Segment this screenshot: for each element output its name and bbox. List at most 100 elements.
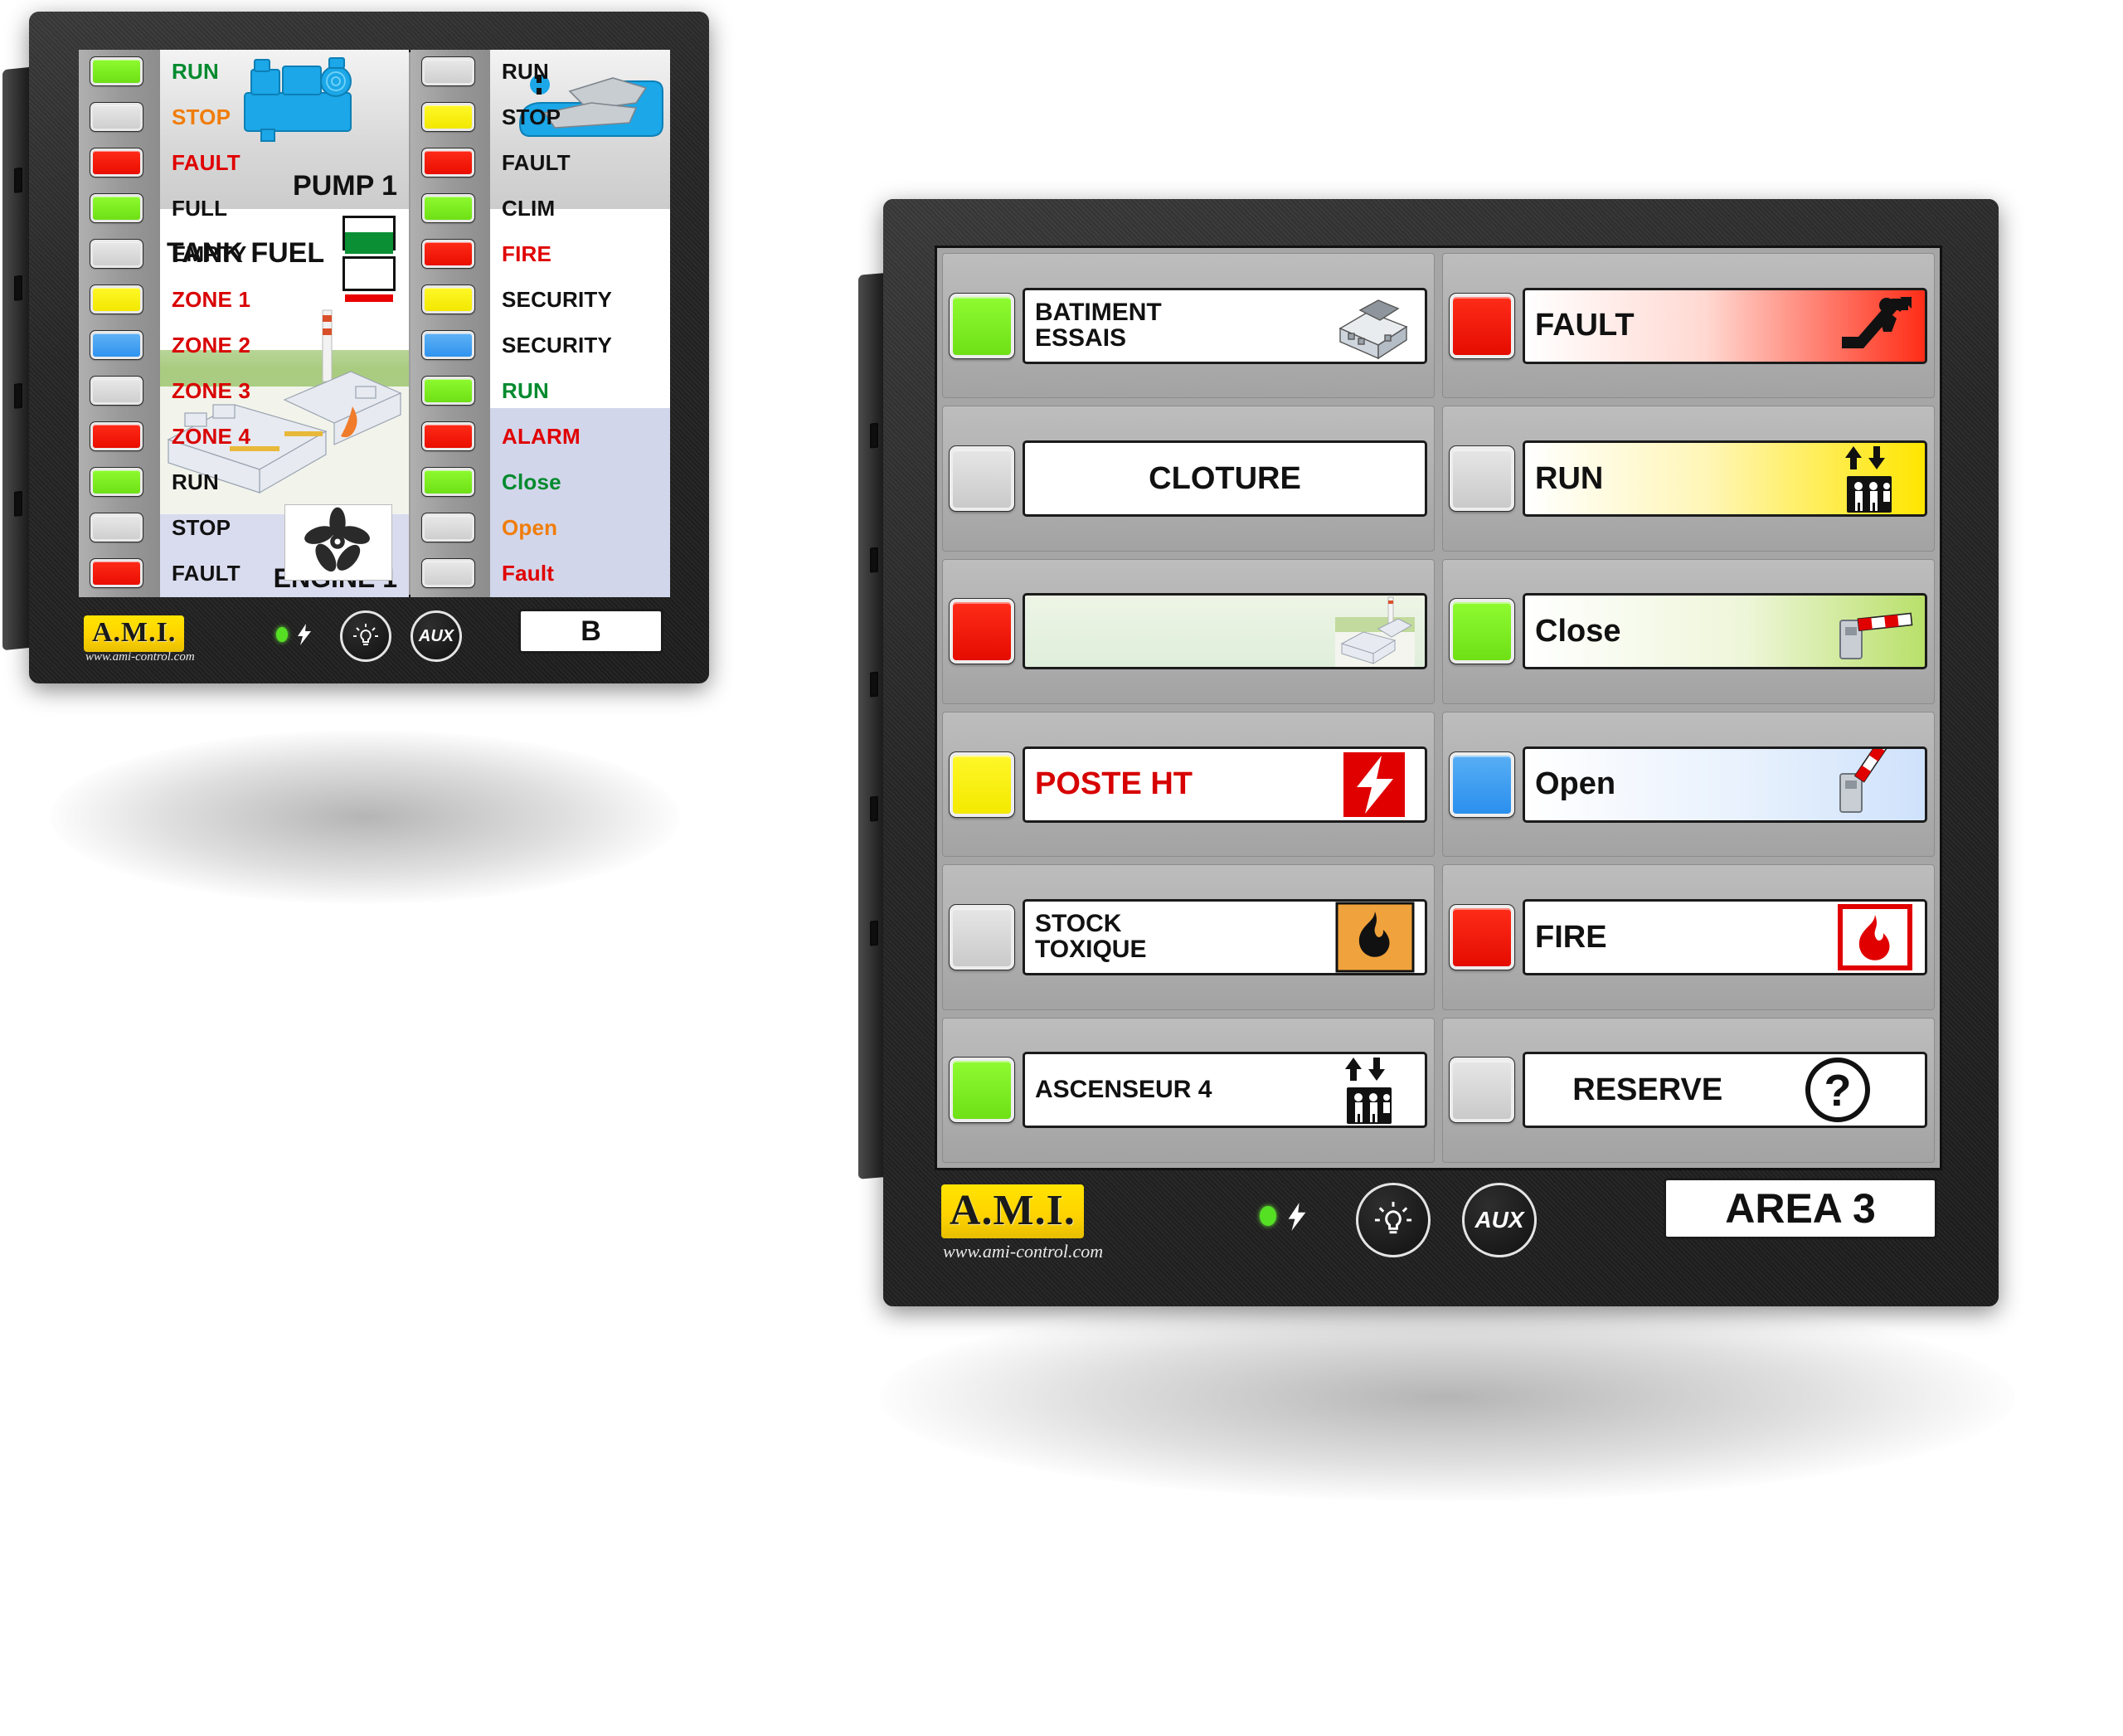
right-control-strip: A.M.I. www.ami-control.com AUX AREA 3 (935, 1174, 1942, 1274)
right-cell-7[interactable]: Open (1442, 711, 1935, 858)
right-cell-5-legend: Close (1523, 593, 1927, 670)
left-col2-label-7: RUN (502, 377, 549, 403)
right-cell-6-led[interactable] (949, 751, 1015, 818)
right-cell-6[interactable]: POSTE HT (942, 711, 1435, 858)
right-cell-7-legend: Open (1523, 746, 1927, 823)
left-col2-label-5: SECURITY (502, 286, 613, 312)
power-bolt-icon (298, 624, 311, 645)
right-cell-10[interactable]: ASCENSEUR 4 (942, 1017, 1435, 1163)
left-col2-led-9[interactable] (421, 466, 475, 497)
fire-icon (1838, 903, 1912, 970)
left-col1-label-6: ZONE 2 (172, 332, 251, 357)
right-cell-0-led[interactable] (949, 292, 1015, 359)
ami-url-right: www.ami-control.com (943, 1241, 1104, 1262)
lamp-test-button-right[interactable] (1356, 1183, 1431, 1257)
right-cell-11-led[interactable] (1449, 1057, 1515, 1124)
right-cell-8-label: STOCK TOXIQUE (1035, 910, 1147, 963)
right-cell-10-led[interactable] (949, 1057, 1015, 1124)
scene: PUMP 1 TANK FUEL RUN STOP FAULT FULL EMP… (0, 0, 2123, 1736)
left-col2-label-6: SECURITY (502, 332, 613, 357)
right-cell-3[interactable]: RUN (1442, 406, 1935, 552)
left-col2-led-7[interactable] (421, 375, 475, 406)
right-cell-4[interactable] (942, 558, 1435, 704)
left-col2-led-10[interactable] (421, 512, 475, 542)
left-col2-led-0[interactable] (421, 56, 475, 86)
aux-button-left[interactable]: AUX (411, 610, 462, 662)
left-col1-label-3: FULL (172, 195, 228, 221)
left-col1-label-7: ZONE 3 (172, 377, 251, 403)
right-cell-1-legend: FAULT (1523, 287, 1927, 364)
ami-logo-right: A.M.I. (941, 1184, 1084, 1238)
high-voltage-icon (1340, 748, 1408, 820)
left-col1-led-1[interactable] (90, 101, 143, 132)
left-col1-led-6[interactable] (90, 329, 143, 360)
right-cell-1[interactable]: FAULT (1442, 253, 1935, 399)
right-cell-2-led[interactable] (949, 445, 1015, 512)
lamp-test-icon (1374, 1201, 1412, 1234)
left-col2-label-4: FIRE (502, 241, 552, 266)
right-cell-10-legend: ASCENSEUR 4 (1023, 1052, 1427, 1129)
right-cell-5-led[interactable] (1449, 598, 1515, 665)
lamp-test-icon (353, 624, 378, 645)
right-cell-9-label: FIRE (1535, 919, 1607, 955)
left-col2-label-8: ALARM (502, 423, 581, 449)
left-col1-label-9: RUN (172, 469, 219, 494)
left-col2-led-6[interactable] (421, 329, 475, 360)
left-col1-led-2[interactable] (90, 147, 143, 177)
right-cell-11[interactable]: RESERVE ? (1442, 1017, 1935, 1163)
right-cell-3-label: RUN (1535, 460, 1604, 496)
left-col2-led-4[interactable] (421, 238, 475, 269)
left-col2-led-11[interactable] (421, 557, 475, 588)
right-cell-2-label: CLOTURE (1149, 460, 1301, 496)
left-col1-led-4[interactable] (90, 238, 143, 269)
barrier-open-icon (1839, 748, 1894, 813)
right-cell-3-legend: RUN (1523, 440, 1927, 517)
elevator-icon (1345, 1058, 1392, 1125)
left-col1-label-4: EMPTY (172, 241, 247, 266)
left-col1-led-5[interactable] (90, 284, 143, 314)
right-cell-2[interactable]: CLOTURE (942, 406, 1435, 552)
shadow-left (50, 730, 680, 904)
ami-url-left: www.ami-control.com (85, 650, 195, 664)
right-cell-8-legend: STOCK TOXIQUE (1023, 898, 1427, 975)
annunciator-panel-right[interactable]: BATIMENT ESSAIS FAULT CLOTURE RUN Close … (858, 199, 1999, 1306)
right-cell-4-led[interactable] (949, 598, 1015, 665)
right-cell-6-label: POSTE HT (1035, 766, 1193, 802)
right-cell-0[interactable]: BATIMENT ESSAIS (942, 253, 1435, 399)
barrier-closed-icon (1839, 612, 1913, 660)
right-cell-5[interactable]: Close (1442, 558, 1935, 704)
left-col2-led-2[interactable] (421, 147, 475, 177)
left-col1-label-1: STOP (172, 104, 231, 129)
left-col1-led-0[interactable] (90, 56, 143, 86)
right-cell-9-led[interactable] (1449, 903, 1515, 970)
left-col1-led-9[interactable] (90, 466, 143, 497)
left-col1-led-7[interactable] (90, 375, 143, 406)
left-col1-label-10: STOP (172, 514, 231, 540)
ami-logo-left: A.M.I. (84, 615, 185, 652)
left-col2-led-1[interactable] (421, 101, 475, 132)
aux-button-right[interactable]: AUX (1462, 1183, 1537, 1257)
left-col1-led-10[interactable] (90, 512, 143, 542)
right-cell-10-label: ASCENSEUR 4 (1035, 1076, 1212, 1104)
right-cell-8[interactable]: STOCK TOXIQUE (942, 864, 1435, 1010)
right-cell-8-led[interactable] (949, 903, 1015, 970)
left-screen: PUMP 1 TANK FUEL RUN STOP FAULT FULL EMP… (79, 50, 670, 597)
left-col1-led-11[interactable] (90, 557, 143, 588)
left-col2-led-3[interactable] (421, 192, 475, 223)
right-cell-1-led[interactable] (1449, 292, 1515, 359)
left-col1-led-3[interactable] (90, 192, 143, 223)
question-icon: ? (1805, 1058, 1870, 1123)
flammable-orange-icon (1335, 902, 1415, 973)
left-col1-label-5: ZONE 1 (172, 286, 251, 312)
left-col2-led-5[interactable] (421, 284, 475, 314)
left-col1-led-8[interactable] (90, 421, 143, 451)
left-col2-label-10: Open (502, 514, 558, 540)
left-col2-led-8[interactable] (421, 421, 475, 451)
annunciator-panel-left[interactable]: PUMP 1 TANK FUEL RUN STOP FAULT FULL EMP… (2, 12, 709, 683)
left-col2-label-1: STOP (502, 104, 561, 129)
svg-text:?: ? (1824, 1066, 1851, 1116)
right-cell-3-led[interactable] (1449, 445, 1515, 512)
right-cell-9[interactable]: FIRE (1442, 864, 1935, 1010)
lamp-test-button-left[interactable] (340, 610, 391, 662)
right-cell-7-led[interactable] (1449, 751, 1515, 818)
